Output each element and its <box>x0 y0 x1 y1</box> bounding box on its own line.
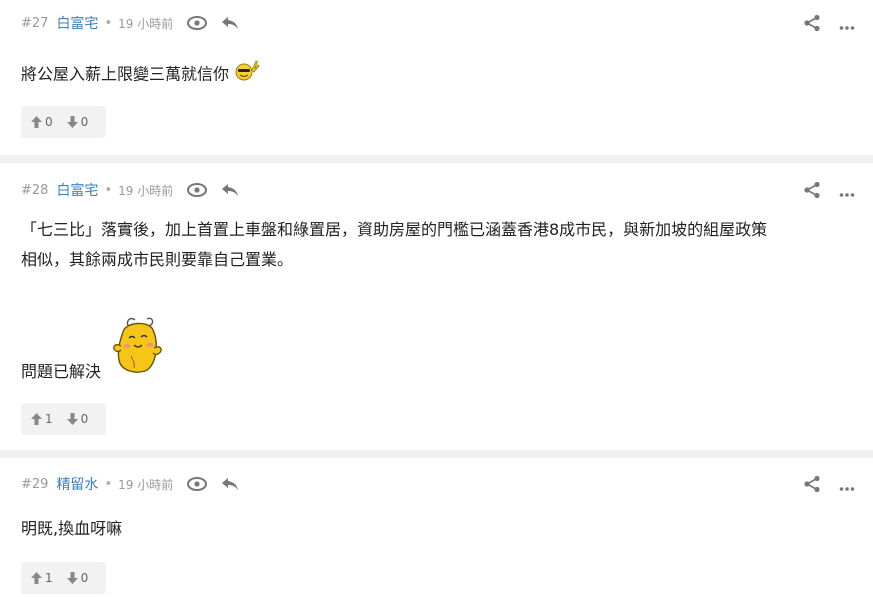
post-meta: #28 白富宅 • 19 小時前 <box>21 181 239 199</box>
reply-icon[interactable] <box>221 477 239 491</box>
downvote-button[interactable]: 0 <box>66 571 89 585</box>
post-actions <box>803 14 855 36</box>
thumb-down-icon <box>66 413 78 425</box>
downvote-button[interactable]: 0 <box>66 412 89 426</box>
separator-dot: • <box>104 476 113 492</box>
post-28: #28 白富宅 • 19 小時前 「七三比」落實後，加上首置上車盤和綠置居，資助… <box>0 163 873 450</box>
emoji-sunglasses <box>234 58 260 92</box>
post-time: 19 小時前 <box>118 16 174 31</box>
upvote-count: 1 <box>45 571 53 585</box>
share-icon[interactable] <box>803 14 821 36</box>
vote-box: 0 0 <box>21 106 106 138</box>
downvote-count: 0 <box>80 115 89 129</box>
post-content: 將公屋入薪上限變三萬就信你 <box>21 64 230 84</box>
post-content-line2: 相似，其餘兩成市民則要靠自己置業。 <box>21 250 294 269</box>
eye-icon[interactable] <box>187 16 208 30</box>
downvote-count: 0 <box>80 412 89 426</box>
post-separator <box>0 450 873 458</box>
post-number[interactable]: #29 <box>21 477 48 492</box>
reply-icon[interactable] <box>221 183 239 197</box>
post-29: #29 精留水 • 19 小時前 明既,換血呀嘛 1 0 <box>0 458 873 597</box>
post-body-tail: 問題已解決 <box>21 316 169 384</box>
thumb-up-icon <box>31 413 42 425</box>
thumb-up-icon <box>31 116 42 128</box>
more-icon[interactable] <box>839 477 855 496</box>
thumb-down-icon <box>66 116 78 128</box>
post-actions <box>803 181 855 203</box>
downvote-button[interactable]: 0 <box>66 115 89 129</box>
share-icon[interactable] <box>803 475 821 497</box>
separator-dot: • <box>104 15 113 31</box>
upvote-button[interactable]: 0 <box>31 115 53 129</box>
more-icon[interactable] <box>839 16 855 35</box>
post-meta: #27 白富宅 • 19 小時前 <box>21 14 239 32</box>
post-body: 明既,換血呀嘛 <box>21 514 122 544</box>
upvote-count: 1 <box>45 412 53 426</box>
emoji-potato <box>107 316 169 384</box>
author-name[interactable]: 精留水 <box>56 474 98 494</box>
post-content: 明既,換血呀嘛 <box>21 519 123 538</box>
post-time: 19 小時前 <box>118 183 174 198</box>
post-time: 19 小時前 <box>118 477 174 492</box>
eye-icon[interactable] <box>187 477 208 491</box>
thumb-up-icon <box>31 572 42 584</box>
post-number[interactable]: #28 <box>21 183 48 198</box>
author-name[interactable]: 白富宅 <box>56 180 98 200</box>
post-actions <box>803 475 855 497</box>
upvote-count: 0 <box>45 115 53 129</box>
vote-box: 1 0 <box>21 403 106 435</box>
eye-icon[interactable] <box>187 183 208 197</box>
upvote-button[interactable]: 1 <box>31 571 53 585</box>
downvote-count: 0 <box>80 571 89 585</box>
post-separator <box>0 155 873 163</box>
upvote-button[interactable]: 1 <box>31 412 53 426</box>
post-content-line1: 「七三比」落實後，加上首置上車盤和綠置居，資助房屋的門檻已涵蓋香港8成市民，與新… <box>21 220 768 239</box>
post-meta: #29 精留水 • 19 小時前 <box>21 475 239 493</box>
share-icon[interactable] <box>803 181 821 203</box>
post-body: 將公屋入薪上限變三萬就信你 <box>21 58 260 92</box>
post-content-line3: 問題已解決 <box>21 362 102 381</box>
separator-dot: • <box>104 182 113 198</box>
vote-box: 1 0 <box>21 562 106 594</box>
author-name[interactable]: 白富宅 <box>56 13 98 33</box>
post-number[interactable]: #27 <box>21 16 48 31</box>
thumb-down-icon <box>66 572 78 584</box>
reply-icon[interactable] <box>221 16 239 30</box>
post-body: 「七三比」落實後，加上首置上車盤和綠置居，資助房屋的門檻已涵蓋香港8成市民，與新… <box>21 215 861 275</box>
more-icon[interactable] <box>839 183 855 202</box>
post-27: #27 白富宅 • 19 小時前 將公屋入薪上限變三萬就信你 0 0 <box>0 0 873 155</box>
